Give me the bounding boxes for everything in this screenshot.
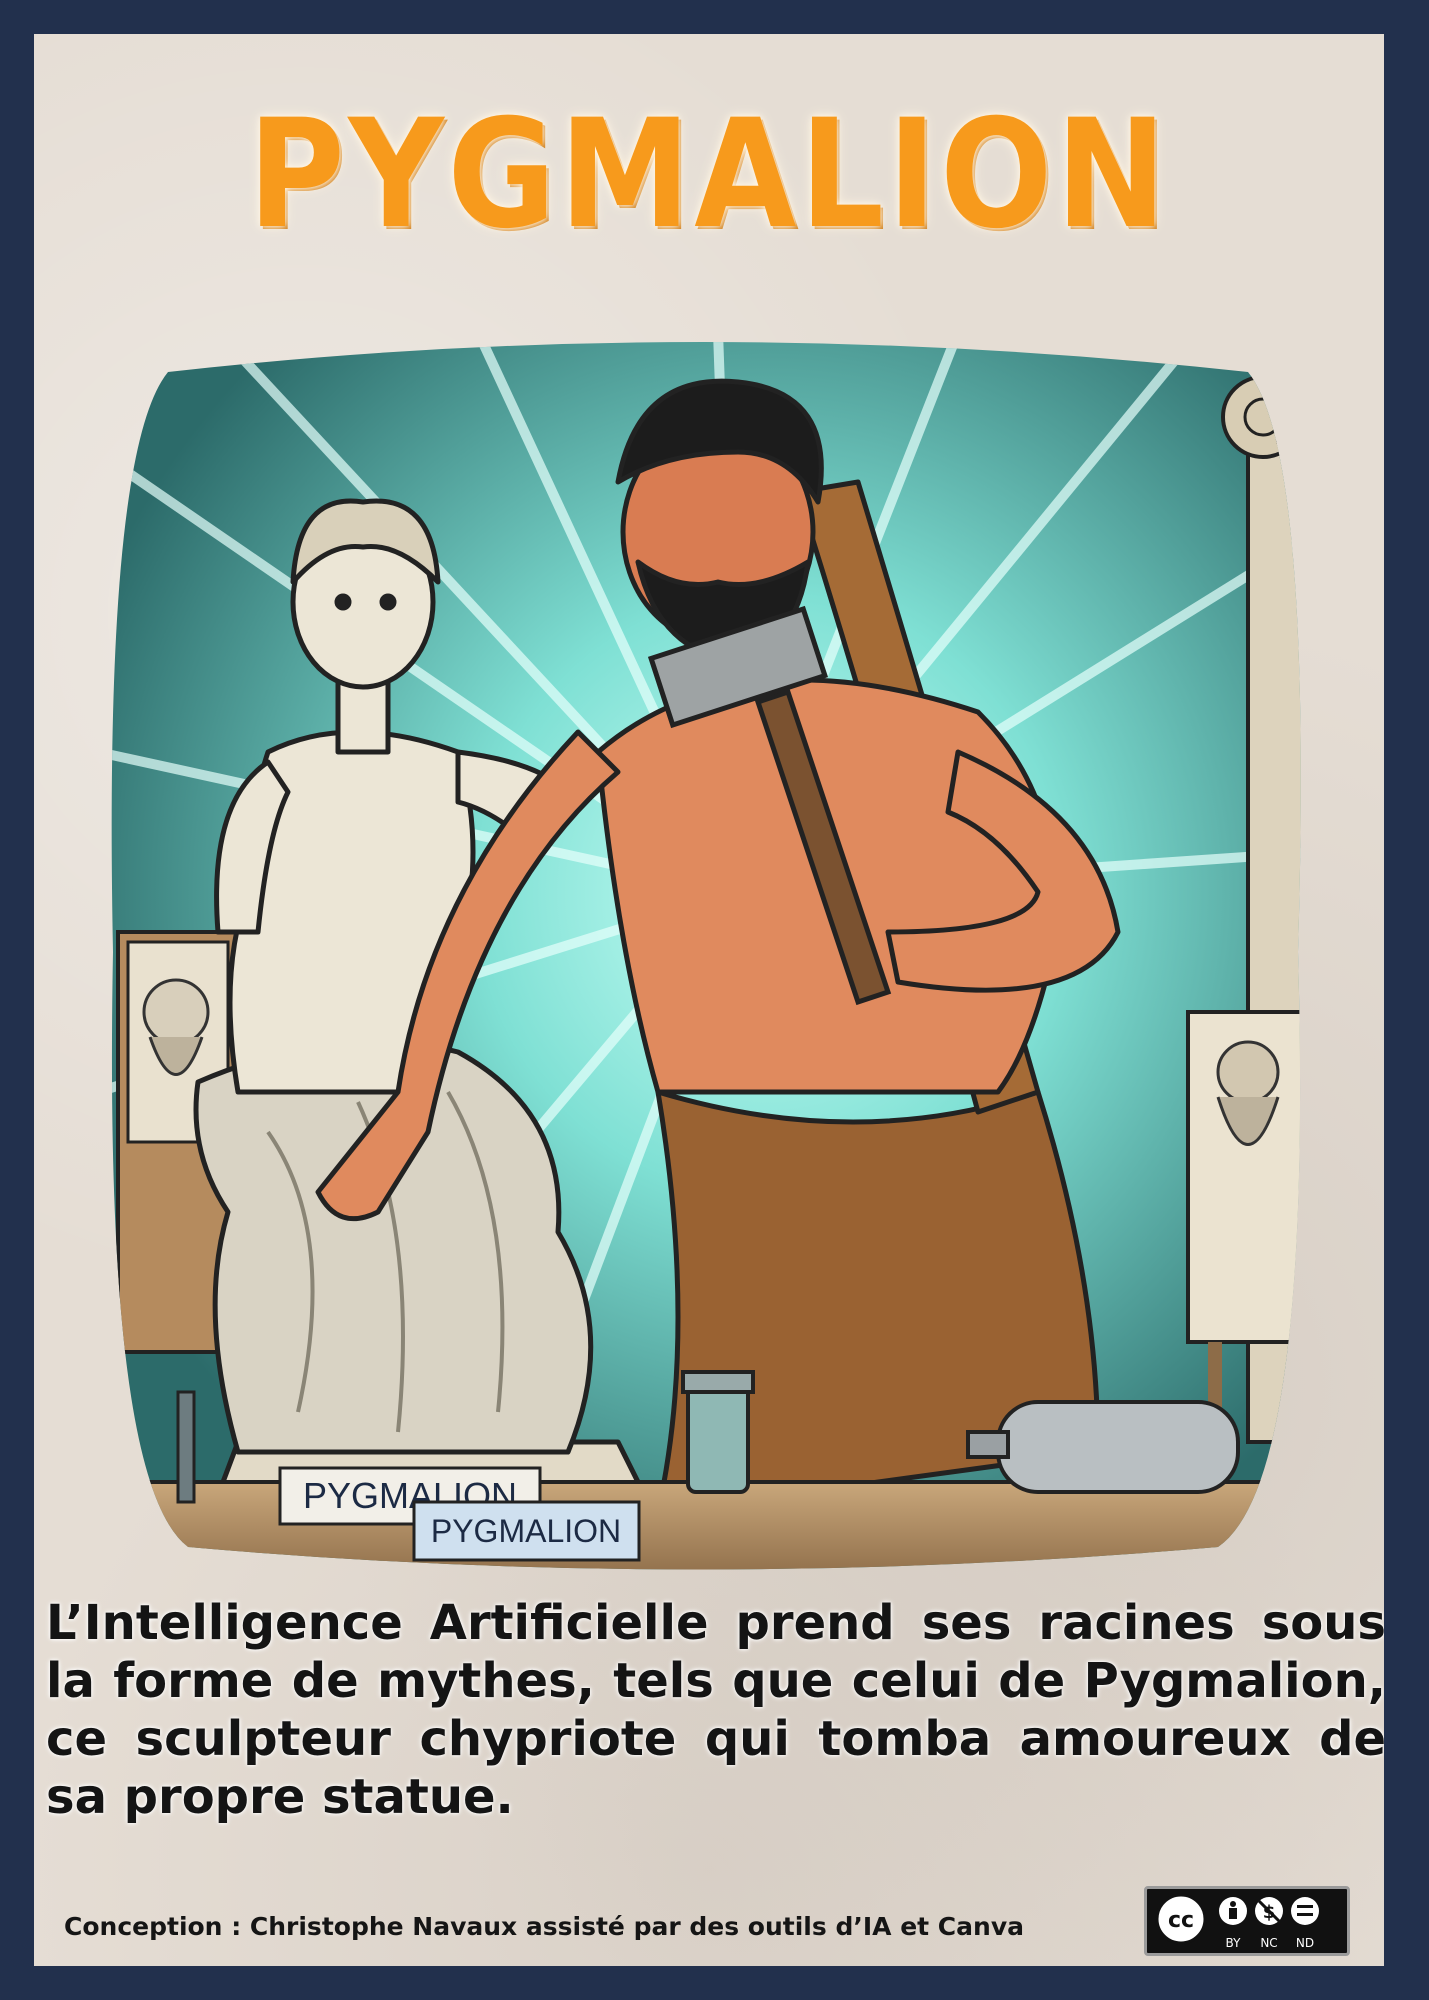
cc-by-nc-nd-icon: cc $ BY NC ND <box>1144 1886 1350 1956</box>
plaque-front: PYGMALION <box>412 1500 641 1562</box>
cc-by-text: BY <box>1226 1936 1242 1950</box>
poster-card: PYGMALION PYGMALION PYGMALION L’Intellig… <box>34 34 1384 1966</box>
jar <box>681 1370 755 1494</box>
cc-mark-text: cc <box>1168 1908 1194 1933</box>
plaque-front-text: PYGMALION <box>431 1513 621 1549</box>
poster-title: PYGMALION <box>248 88 1170 262</box>
roller <box>966 1400 1240 1494</box>
cc-nc-text: NC <box>1260 1936 1277 1950</box>
credit-line: Conception : Christophe Navaux assisté p… <box>64 1912 1024 1941</box>
caption-text: L’Intelligence Artificielle prend ses ra… <box>46 1595 1384 1825</box>
pygmalion-illustration: PYGMALION PYGMALION <box>98 332 1318 1580</box>
cc-nd-text: ND <box>1296 1936 1314 1950</box>
